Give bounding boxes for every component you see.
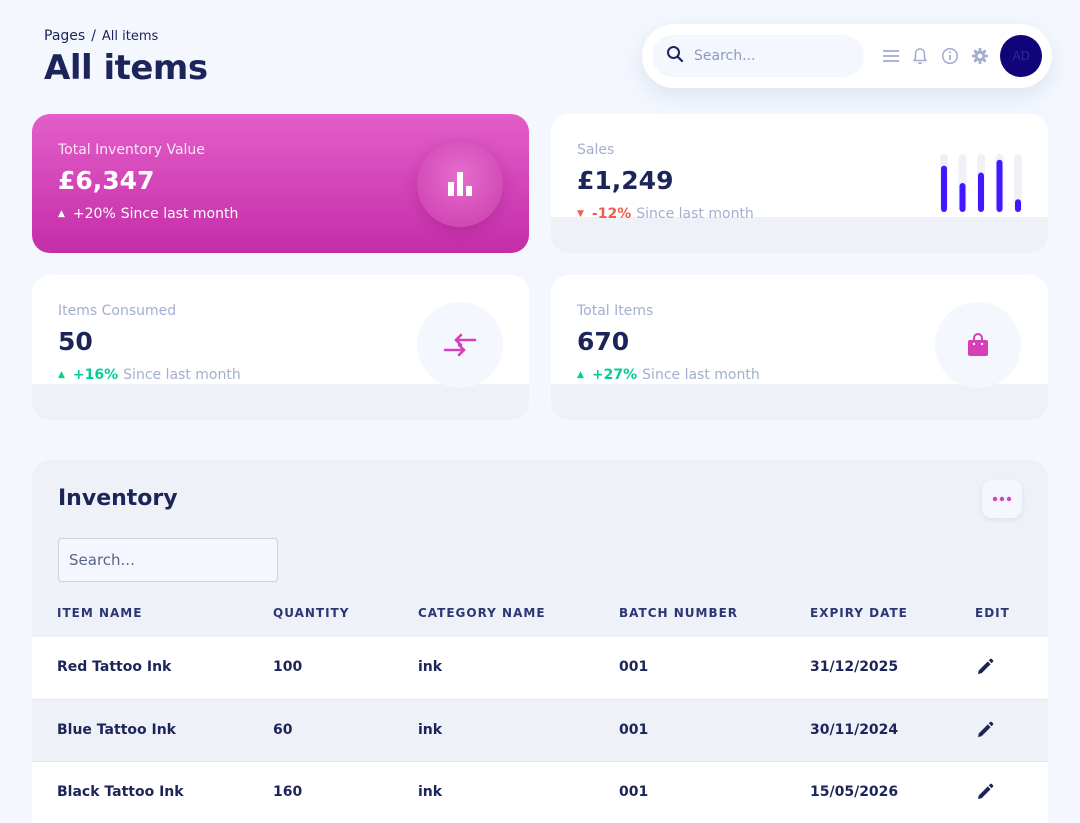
gear-icon[interactable] — [965, 41, 995, 71]
cell-category: ink — [418, 784, 443, 800]
stat-card-total-items: Total Items 670 ▲ +27% Since last month — [551, 275, 1048, 420]
breadcrumb-separator: / — [91, 28, 96, 44]
breadcrumb-current: All items — [101, 29, 159, 44]
cell-category: ink — [418, 659, 443, 675]
stat-value: £1,249 — [577, 166, 674, 195]
stat-title: Total Inventory Value — [58, 142, 205, 158]
stat-change-label: Since last month — [120, 206, 239, 222]
cell-category: ink — [418, 722, 443, 738]
inventory-panel: Inventory ITEM NAME QUANTITY CATEGORY NA… — [32, 460, 1048, 823]
card-footer-shade — [551, 384, 1048, 420]
cell-quantity: 160 — [273, 784, 303, 800]
cell-item-name: Red Tattoo Ink — [57, 659, 172, 675]
table-header: ITEM NAME QUANTITY CATEGORY NAME BATCH N… — [32, 604, 1048, 636]
breadcrumb: Pages / All items — [44, 28, 158, 44]
inventory-search-input[interactable] — [58, 538, 278, 582]
column-header-category[interactable]: CATEGORY NAME — [418, 606, 546, 620]
arrow-up-icon: ▲ — [577, 370, 584, 380]
table-row[interactable]: Black Tattoo Ink 160 ink 001 15/05/2026 — [32, 761, 1048, 823]
sales-bar — [978, 172, 984, 212]
card-footer-shade — [32, 384, 529, 420]
pencil-icon[interactable] — [973, 655, 997, 679]
avatar[interactable]: AD — [1000, 35, 1043, 77]
cell-batch: 001 — [619, 784, 649, 800]
cell-expiry: 30/11/2024 — [810, 722, 899, 738]
stat-change-label: Since last month — [636, 206, 754, 222]
swap-arrows-icon — [417, 302, 503, 388]
cell-quantity: 100 — [273, 659, 303, 675]
cell-item-name: Blue Tattoo Ink — [57, 722, 176, 738]
stat-change: ▲ +20% Since last month — [58, 206, 238, 222]
cell-quantity: 60 — [273, 722, 293, 738]
bell-icon[interactable] — [905, 41, 935, 71]
cell-batch: 001 — [619, 722, 649, 738]
global-search[interactable] — [652, 35, 864, 77]
cell-expiry: 31/12/2025 — [810, 659, 899, 675]
pencil-icon[interactable] — [973, 718, 997, 742]
table-row[interactable]: Blue Tattoo Ink 60 ink 001 30/11/2024 — [32, 699, 1048, 761]
pencil-icon[interactable] — [973, 780, 997, 804]
card-footer-shade — [551, 217, 1048, 253]
page-title: All items — [44, 48, 208, 88]
bar-chart-icon — [417, 141, 503, 227]
top-navbar: AD — [642, 24, 1052, 88]
column-header-item-name[interactable]: ITEM NAME — [57, 606, 142, 620]
shopping-bag-icon — [935, 302, 1021, 388]
sales-bar — [941, 165, 947, 212]
info-icon[interactable] — [935, 41, 965, 71]
sales-mini-bar-chart — [940, 154, 1022, 212]
stat-change-percent: +20% — [72, 206, 116, 222]
arrow-down-icon: ▼ — [577, 209, 584, 219]
stat-card-inventory-value: Total Inventory Value £6,347 ▲ +20% Sinc… — [32, 114, 529, 253]
more-dots-icon — [992, 496, 1012, 502]
stat-change: ▲ +27% Since last month — [577, 367, 760, 383]
column-header-expiry[interactable]: EXPIRY DATE — [810, 606, 908, 620]
stat-change-percent: +27% — [591, 367, 638, 383]
cell-batch: 001 — [619, 659, 649, 675]
cell-expiry: 15/05/2026 — [810, 784, 899, 800]
stat-change: ▲ +16% Since last month — [58, 367, 241, 383]
stat-value: 670 — [577, 327, 630, 356]
column-header-batch[interactable]: BATCH NUMBER — [619, 606, 738, 620]
stat-card-sales: Sales £1,249 ▼ -12% Since last month — [551, 114, 1048, 253]
breadcrumb-root[interactable]: Pages — [44, 28, 85, 44]
sales-bar — [1015, 199, 1021, 212]
stat-title: Items Consumed — [58, 303, 177, 319]
stat-title: Sales — [577, 142, 615, 158]
cell-item-name: Black Tattoo Ink — [57, 784, 184, 800]
stat-value: 50 — [58, 327, 93, 356]
stat-change-label: Since last month — [642, 367, 760, 383]
stat-change-percent: +16% — [72, 367, 119, 383]
sales-bar — [959, 183, 966, 212]
search-icon — [666, 45, 684, 67]
inventory-title: Inventory — [58, 486, 178, 511]
stat-change-percent: -12% — [591, 206, 632, 222]
more-options-button[interactable] — [982, 480, 1022, 518]
column-header-quantity[interactable]: QUANTITY — [273, 606, 349, 620]
arrow-up-icon: ▲ — [58, 370, 65, 380]
stat-card-items-consumed: Items Consumed 50 ▲ +16% Since last mont… — [32, 275, 529, 420]
sales-bar — [996, 159, 1003, 212]
global-search-input[interactable] — [694, 48, 844, 64]
column-header-edit: EDIT — [975, 606, 1010, 620]
stat-change-label: Since last month — [123, 367, 241, 383]
stat-change: ▼ -12% Since last month — [577, 206, 754, 222]
menu-icon[interactable] — [876, 41, 906, 71]
arrow-up-icon: ▲ — [58, 209, 65, 219]
stat-title: Total Items — [577, 303, 654, 319]
stat-value: £6,347 — [58, 166, 155, 195]
table-row[interactable]: Red Tattoo Ink 100 ink 001 31/12/2025 — [32, 637, 1048, 699]
